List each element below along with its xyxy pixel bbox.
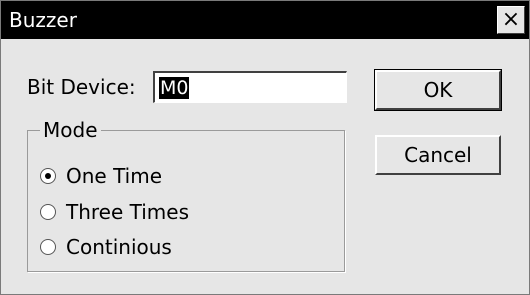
buzzer-dialog: Buzzer × Bit Device: M0 OK Cancel Mode O… xyxy=(0,0,530,295)
radio-three-times-label: Three Times xyxy=(66,200,190,224)
bit-device-input[interactable]: M0 xyxy=(153,71,347,103)
radio-one-time-label: One Time xyxy=(66,164,163,188)
radio-unselected-icon[interactable] xyxy=(40,239,56,255)
radio-three-times[interactable]: Three Times xyxy=(40,199,189,225)
ok-button[interactable]: OK xyxy=(374,69,502,111)
close-button[interactable]: × xyxy=(497,6,525,34)
title-bar: Buzzer × xyxy=(1,1,529,39)
cancel-button[interactable]: Cancel xyxy=(375,135,501,175)
radio-one-time[interactable]: One Time xyxy=(40,163,162,189)
dialog-title: Buzzer xyxy=(9,8,77,32)
close-icon: × xyxy=(501,7,521,32)
bit-device-label: Bit Device: xyxy=(27,75,136,99)
bit-device-value: M0 xyxy=(159,77,190,99)
mode-group: Mode One Time Three Times Continious xyxy=(27,118,345,272)
radio-selected-icon[interactable] xyxy=(40,168,56,184)
radio-unselected-icon[interactable] xyxy=(40,204,56,220)
radio-continious[interactable]: Continious xyxy=(40,234,172,260)
radio-continious-label: Continious xyxy=(66,235,172,259)
mode-group-label: Mode xyxy=(40,118,101,142)
